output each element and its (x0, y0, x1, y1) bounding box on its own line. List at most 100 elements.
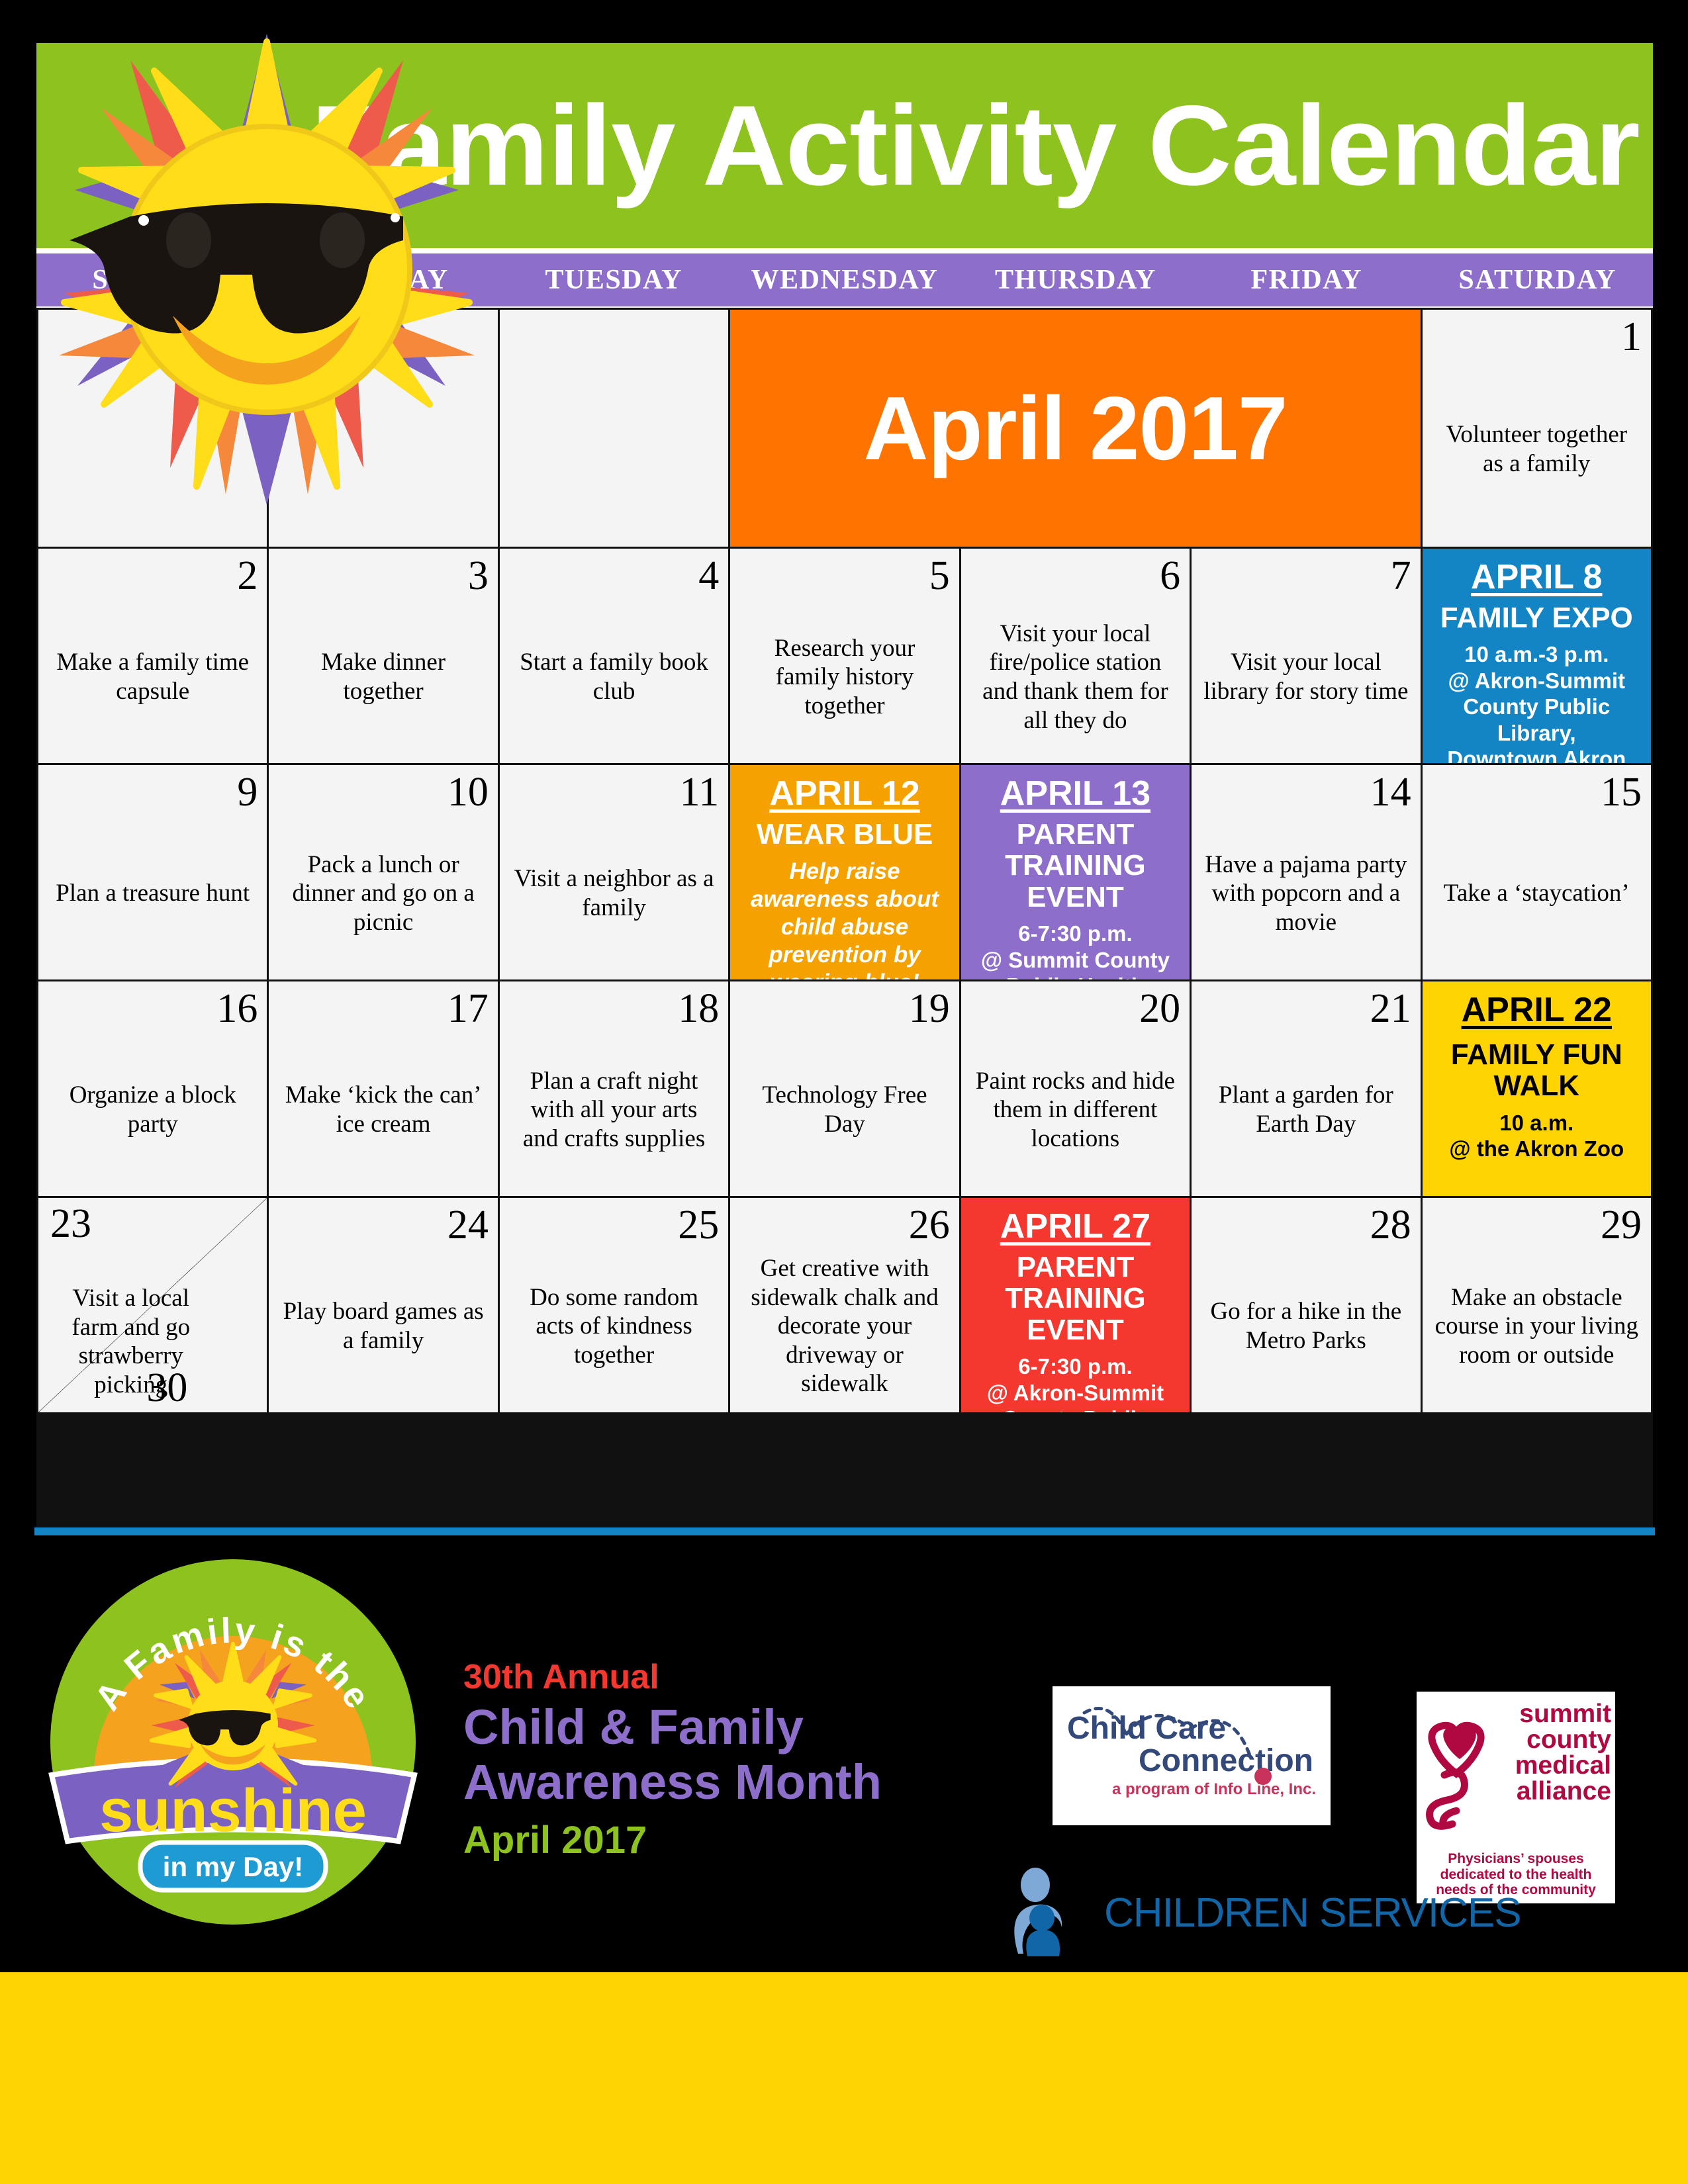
day-number-23: 23 (50, 1201, 91, 1246)
masthead: Family Activity Calendar (36, 43, 1653, 248)
day-activity: Go for a hike in the Metro Parks (1210, 1298, 1402, 1354)
calendar-cell-10[interactable]: 10 Pack a lunch or dinner and go on a pi… (269, 765, 498, 979)
calendar-cell-16[interactable]: 16 Organize a block party (38, 981, 267, 1196)
calendar-cell-28[interactable]: 28 Go for a hike in the Metro Parks (1192, 1198, 1421, 1412)
day-activity: Make a family time capsule (56, 649, 250, 705)
day-number: 17 (447, 986, 489, 1031)
event-date: APRIL 27 (1000, 1207, 1151, 1246)
scma-line-4: alliance (1516, 1777, 1611, 1805)
day-number: 3 (467, 553, 489, 598)
calendar-cell-25[interactable]: 25 Do some random acts of kindness toget… (499, 1198, 729, 1412)
calendar-cell-blank-sun (38, 310, 267, 547)
day-activity: Have a pajama party with popcorn and a m… (1205, 850, 1407, 936)
calendar-cell-21[interactable]: 21 Plant a garden for Earth Day (1192, 981, 1421, 1196)
calendar-cell-3[interactable]: 3 Make dinner together (269, 549, 498, 763)
day-activity: Research your family history together (774, 634, 915, 719)
scma-line-3: medical (1515, 1751, 1611, 1780)
event-title: PARENT TRAINING EVENT (1005, 1250, 1146, 1346)
calendar-cell-7[interactable]: 7 Visit your local library for story tim… (1192, 549, 1421, 763)
sunshine-logo-badge-text: in my Day! (163, 1851, 303, 1882)
calendar-cell-19[interactable]: 19 Technology Free Day (730, 981, 959, 1196)
page-root: Family Activity Calendar SUNDAY MONDAY T… (0, 0, 1688, 2184)
calendar-cell-blank-tue (499, 310, 729, 547)
calendar-card: Family Activity Calendar SUNDAY MONDAY T… (34, 34, 1655, 1530)
day-activity: Do some random acts of kindness together (530, 1283, 698, 1369)
day-number: 18 (678, 986, 720, 1031)
day-number: 28 (1370, 1203, 1411, 1248)
day-activity: Paint rocks and hide them in different l… (975, 1067, 1175, 1152)
calendar-cell-1[interactable]: 1 Volunteer together as a family (1422, 310, 1651, 547)
calendar-cell-17[interactable]: 17 Make ‘kick the can’ ice cream (269, 981, 498, 1196)
month-banner: April 2017 (730, 310, 1421, 547)
event-detail: 10 a.m.-3 p.m. @ Akron-Summit County Publi… (1447, 642, 1626, 763)
day-number: 20 (1139, 986, 1181, 1031)
day-activity: Make ‘kick the can’ ice cream (285, 1081, 482, 1138)
day-activity: Plant a garden for Earth Day (1218, 1081, 1393, 1138)
weekday-wednesday: WEDNESDAY (751, 265, 939, 295)
day-activity: Technology Free Day (762, 1081, 927, 1138)
event-title: WEAR BLUE (756, 817, 933, 850)
footer-line-3: April 2017 (463, 1818, 647, 1862)
day-number-30: 30 (146, 1365, 188, 1410)
calendar-cell-blank-mon (269, 310, 498, 547)
calendar-cell-24[interactable]: 24 Play board games as a family (269, 1198, 498, 1412)
calendar-cell-4[interactable]: 4 Start a family book club (499, 549, 729, 763)
calendar-cell-14[interactable]: 14 Have a pajama party with popcorn and … (1192, 765, 1421, 979)
day-number: 14 (1370, 770, 1411, 815)
weekday-header-row: SUNDAY MONDAY TUESDAY WEDNESDAY THURSDAY… (36, 253, 1653, 306)
event-date: APRIL 13 (1000, 774, 1151, 813)
day-activity: Visit your local library for story time (1203, 649, 1409, 705)
month-banner-label: April 2017 (863, 378, 1288, 478)
day-number: 4 (698, 553, 720, 598)
calendar-cell-18[interactable]: 18 Plan a craft night with all your arts… (499, 981, 729, 1196)
day-number: 25 (678, 1203, 720, 1248)
calendar-cell-26[interactable]: 26 Get creative with sidewalk chalk and … (730, 1198, 959, 1412)
calendar-cell-9[interactable]: 9 Plan a treasure hunt (38, 765, 267, 979)
day-number: 7 (1390, 553, 1411, 598)
footer-line-2: Awareness Month (463, 1754, 882, 1810)
weekday-saturday: SATURDAY (1458, 265, 1617, 295)
calendar-cell-20[interactable]: 20 Paint rocks and hide them in differen… (961, 981, 1190, 1196)
ccc-line-2: Connection (1139, 1743, 1313, 1778)
event-date: APRIL 12 (769, 774, 920, 813)
day-activity: Get creative with sidewalk chalk and dec… (751, 1254, 939, 1398)
calendar-cell-11[interactable]: 11 Visit a neighbor as a family (499, 765, 729, 979)
calendar-event-cell-april-13[interactable]: APRIL 13 PARENT TRAINING EVENT 6-7:30 p.… (961, 765, 1190, 979)
weekday-thursday: THURSDAY (994, 265, 1156, 295)
weekday-monday: MONDAY (316, 265, 449, 295)
calendar-cell-5[interactable]: 5 Research your family history together (730, 549, 959, 763)
calendar-event-cell-april-8[interactable]: APRIL 8 FAMILY EXPO 10 a.m.-3 p.m. @ Akro… (1422, 549, 1651, 763)
day-activity: Organize a block party (69, 1081, 236, 1138)
day-number: 15 (1600, 770, 1642, 815)
calendar-cell-15[interactable]: 15 Take a ‘staycation’ (1422, 765, 1651, 979)
children-services-label: CHILDREN SERVICES (1104, 1889, 1522, 1936)
day-number: 24 (447, 1203, 489, 1248)
weekday-friday: FRIDAY (1250, 265, 1362, 295)
calendar-cell-2[interactable]: 2 Make a family time capsule (38, 549, 267, 763)
day-number: 19 (908, 986, 950, 1031)
event-detail: 10 a.m. @ the Akron Zoo (1449, 1110, 1624, 1161)
day-activity: Take a ‘staycation’ (1443, 880, 1630, 907)
calendar-cell-29[interactable]: 29 Make an obstacle course in your livin… (1422, 1198, 1651, 1412)
day-number: 21 (1370, 986, 1411, 1031)
day-activity: Plan a craft night with all your arts an… (522, 1067, 706, 1152)
sunshine-logo: A Family is the sunshine in my Day! (48, 1559, 418, 1925)
event-detail: 6-7:30 p.m.@ Summit CountyPublic Health (980, 921, 1170, 979)
bottom-accent-bar (0, 1972, 1688, 2184)
day-number: 16 (216, 986, 258, 1031)
weekday-sunday: SUNDAY (92, 265, 212, 295)
day-number: 11 (679, 770, 720, 815)
calendar-cell-6[interactable]: 6 Visit your local fire/police station a… (961, 549, 1190, 763)
day-activity: Visit a neighbor as a family (514, 865, 714, 921)
event-detail: Help raise awareness about child abuse p… (750, 858, 939, 979)
footer-headline: 30th Annual Child & Family Awareness Mon… (463, 1658, 1006, 1862)
day-activity: Play board games as a family (283, 1298, 484, 1354)
calendar-cell-23-and-30[interactable]: 23 Visit a local farm and go strawberry … (38, 1198, 267, 1412)
scma-line-1: summit (1519, 1700, 1611, 1728)
calendar-event-cell-april-22[interactable]: APRIL 22 FAMILY FUN WALK 10 a.m. @ the Ak… (1422, 981, 1651, 1196)
day-number: 6 (1160, 553, 1181, 598)
calendar-event-cell-april-27[interactable]: APRIL 27 PARENT TRAINING EVENT 6-7:30 p.… (961, 1198, 1190, 1412)
event-title: PARENT TRAINING EVENT (1005, 817, 1146, 913)
calendar-event-cell-april-12[interactable]: APRIL 12 WEAR BLUE Help raise awareness … (730, 765, 959, 979)
calendar-grid: April 2017 1 Volunteer together as a fam… (36, 308, 1653, 1530)
